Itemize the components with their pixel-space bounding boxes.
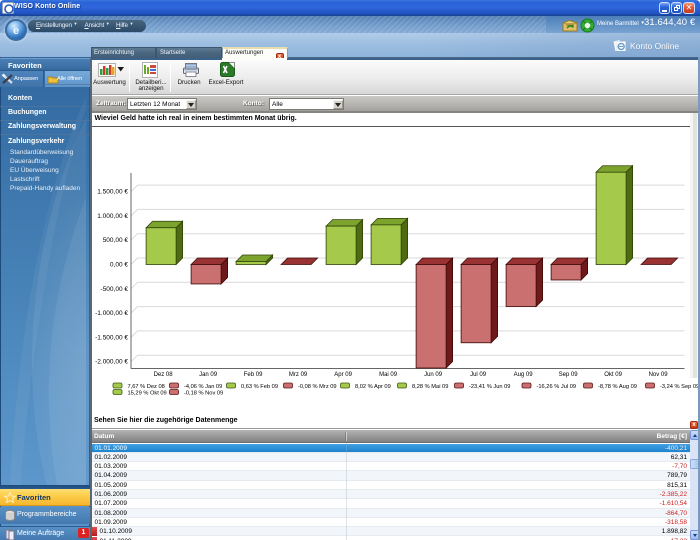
svg-text:1.000,00 €: 1.000,00 € — [97, 213, 128, 220]
svg-text:Sep 09: Sep 09 — [558, 372, 578, 378]
svg-text:Jan 09: Jan 09 — [199, 372, 218, 378]
svg-text:-8,78 % Aug 09: -8,78 % Aug 09 — [598, 384, 637, 390]
svg-text:7,67 % Dez 08: 7,67 % Dez 08 — [127, 384, 164, 390]
svg-text:-23,41 % Jun 09: -23,41 % Jun 09 — [469, 384, 510, 390]
svg-text:1.500,00 €: 1.500,00 € — [97, 189, 128, 196]
svg-text:-500,00 €: -500,00 € — [100, 286, 128, 293]
svg-text:Apr 09: Apr 09 — [334, 372, 352, 378]
svg-text:-0,08 % Mrz 09: -0,08 % Mrz 09 — [298, 384, 337, 390]
svg-text:8,28 % Mai 09: 8,28 % Mai 09 — [412, 384, 448, 390]
svg-text:-1.500,00 €: -1.500,00 € — [95, 334, 128, 341]
svg-text:-16,26 % Jul 09: -16,26 % Jul 09 — [536, 384, 576, 390]
svg-text:-1.000,00 €: -1.000,00 € — [95, 310, 128, 317]
svg-text:Dez 08: Dez 08 — [153, 372, 173, 378]
svg-text:500,00 €: 500,00 € — [102, 237, 128, 244]
svg-text:Mai 09: Mai 09 — [379, 372, 398, 378]
svg-text:15,29 % Okt 09: 15,29 % Okt 09 — [127, 391, 166, 397]
svg-text:-3,24 % Sep 09: -3,24 % Sep 09 — [660, 384, 699, 390]
svg-text:0,00 €: 0,00 € — [109, 262, 127, 269]
svg-text:Okt 09: Okt 09 — [604, 372, 622, 378]
svg-text:Jul 09: Jul 09 — [470, 372, 487, 378]
svg-text:0,63 % Feb 09: 0,63 % Feb 09 — [241, 384, 278, 390]
svg-text:Nov 09: Nov 09 — [648, 372, 668, 378]
svg-text:-2.000,00 €: -2.000,00 € — [95, 359, 128, 366]
svg-text:Jun 09: Jun 09 — [424, 372, 443, 378]
svg-text:Mrz 09: Mrz 09 — [288, 372, 307, 378]
svg-text:-0,18 % Nov 09: -0,18 % Nov 09 — [184, 391, 223, 397]
svg-text:-4,06 % Jan 09: -4,06 % Jan 09 — [184, 384, 222, 390]
svg-text:Feb 09: Feb 09 — [243, 372, 262, 378]
svg-text:Aug 09: Aug 09 — [513, 372, 533, 378]
svg-text:8,02 % Apr 09: 8,02 % Apr 09 — [355, 384, 391, 390]
